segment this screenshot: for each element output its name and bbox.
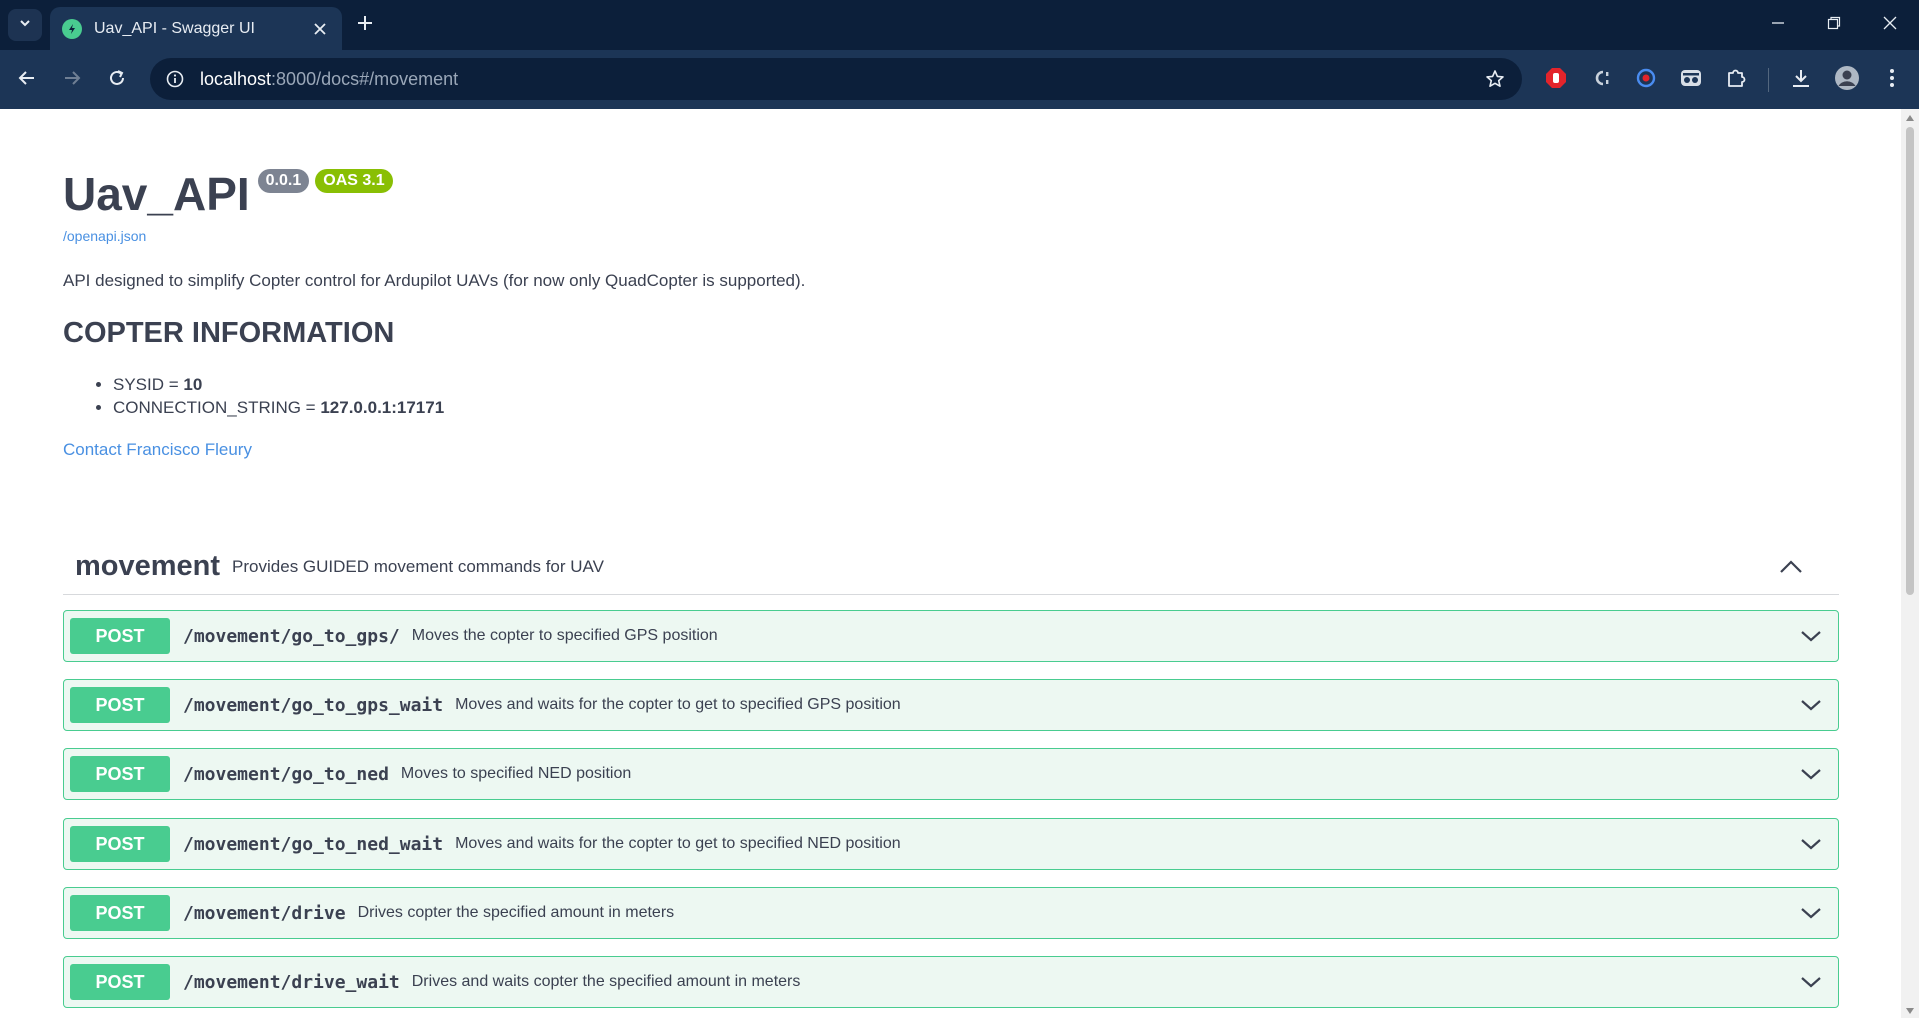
info-key: SYSID = <box>113 375 184 394</box>
browser-toolbar: localhost:8000/docs#/movement <box>0 50 1919 109</box>
url-text[interactable]: localhost:8000/docs#/movement <box>200 69 1482 90</box>
arrow-right-icon <box>63 69 81 92</box>
tag-name: movement <box>75 550 221 582</box>
page-scrollbar[interactable] <box>1901 109 1919 1018</box>
operation-path: /movement/go_to_gps_wait <box>183 694 444 716</box>
browser-menu-button[interactable] <box>1877 65 1907 95</box>
tag-header-movement[interactable]: movement Provides GUIDED movement comman… <box>63 539 1839 595</box>
method-badge: POST <box>70 964 170 1000</box>
operation-summary: Drives and waits copter the specified am… <box>411 973 801 990</box>
extensions-button[interactable] <box>1721 65 1751 95</box>
operation-drive-wait[interactable]: POST /movement/drive_wait Drives and wai… <box>63 956 1839 1008</box>
reload-icon <box>108 69 126 92</box>
operation-path: /movement/drive_wait <box>183 971 400 993</box>
minimize-icon <box>1771 16 1785 35</box>
scrollbar-thumb[interactable] <box>1906 127 1914 595</box>
chevron-down-icon[interactable] <box>1796 898 1826 928</box>
chevron-down-icon[interactable] <box>1796 967 1826 997</box>
oas-badge: OAS 3.1 <box>315 169 393 193</box>
tab-search-button[interactable] <box>8 9 42 41</box>
operation-go-to-gps[interactable]: POST /movement/go_to_gps/ Moves the copt… <box>63 610 1839 662</box>
info-icon[interactable] <box>164 68 186 90</box>
restore-button[interactable] <box>1821 12 1847 38</box>
contact-link[interactable]: Contact Francisco Fleury <box>63 440 252 460</box>
copter-info-list: SYSID = 10 CONNECTION_STRING = 127.0.0.1… <box>113 375 444 421</box>
url-host: localhost <box>200 68 272 89</box>
info-value: 10 <box>183 375 203 394</box>
chevron-up-icon[interactable] <box>1773 549 1809 585</box>
info-key: CONNECTION_STRING = <box>113 398 321 417</box>
browser-tab-bar: Uav_API - Swagger UI <box>0 0 1919 50</box>
operation-path: /movement/go_to_gps/ <box>183 625 400 647</box>
chevron-down-icon[interactable] <box>1796 621 1826 651</box>
operation-summary: Moves and waits for the copter to get to… <box>455 835 901 852</box>
minimize-button[interactable] <box>1765 12 1791 38</box>
reload-button[interactable] <box>102 65 132 95</box>
kebab-menu-icon <box>1889 67 1895 94</box>
stop-hand-icon <box>1545 67 1567 94</box>
tab-title: Uav_API - Swagger UI <box>94 19 255 37</box>
api-title-row: Uav_API 0.0.1 OAS 3.1 <box>63 168 393 220</box>
incognito-extension-button[interactable] <box>1676 65 1706 95</box>
operation-drive[interactable]: POST /movement/drive Drives copter the s… <box>63 887 1839 939</box>
chevron-down-icon[interactable] <box>1796 829 1826 859</box>
download-icon <box>1790 67 1812 94</box>
section-title: COPTER INFORMATION <box>63 317 395 349</box>
method-badge: POST <box>70 895 170 931</box>
chevron-down-icon <box>18 16 32 35</box>
scroll-down-arrow-icon[interactable] <box>1905 1006 1915 1016</box>
close-window-button[interactable] <box>1877 12 1903 38</box>
close-icon <box>1883 16 1897 35</box>
scroll-up-arrow-icon[interactable] <box>1905 113 1915 123</box>
operation-go-to-ned-wait[interactable]: POST /movement/go_to_ned_wait Moves and … <box>63 818 1839 870</box>
puzzle-icon <box>1725 67 1747 94</box>
method-badge: POST <box>70 826 170 862</box>
operation-path: /movement/go_to_ned_wait <box>183 833 444 855</box>
css-extension-button[interactable] <box>1586 65 1616 95</box>
version-badge: 0.0.1 <box>257 169 310 193</box>
forward-button[interactable] <box>57 65 87 95</box>
back-button[interactable] <box>12 65 42 95</box>
address-bar[interactable]: localhost:8000/docs#/movement <box>150 58 1522 100</box>
method-badge: POST <box>70 618 170 654</box>
restore-icon <box>1827 16 1841 35</box>
operation-summary: Moves the copter to specified GPS positi… <box>411 627 718 644</box>
list-item: CONNECTION_STRING = 127.0.0.1:17171 <box>113 398 444 418</box>
new-tab-button[interactable] <box>352 12 378 38</box>
close-icon[interactable] <box>310 19 330 39</box>
swagger-icon <box>62 18 82 39</box>
operation-summary: Moves to specified NED position <box>400 765 632 782</box>
list-item: SYSID = 10 <box>113 375 444 395</box>
operation-summary: Moves and waits for the copter to get to… <box>455 696 901 713</box>
browser-tab-active[interactable]: Uav_API - Swagger UI <box>50 7 342 50</box>
openapi-json-link[interactable]: /openapi.json <box>63 228 146 244</box>
avatar-icon <box>1834 65 1860 96</box>
operation-go-to-ned[interactable]: POST /movement/go_to_ned Moves to specif… <box>63 748 1839 800</box>
operation-path: /movement/drive <box>183 902 346 924</box>
api-title: Uav_API <box>63 168 250 220</box>
downloads-button[interactable] <box>1786 65 1816 95</box>
adblock-extension-button[interactable] <box>1541 65 1571 95</box>
operation-go-to-gps-wait[interactable]: POST /movement/go_to_gps_wait Moves and … <box>63 679 1839 731</box>
url-path: :8000/docs#/movement <box>271 68 459 89</box>
capture-icon <box>1635 67 1657 94</box>
c-letter-icon <box>1590 67 1612 94</box>
toolbar-divider <box>1768 68 1769 92</box>
chevron-down-icon[interactable] <box>1796 690 1826 720</box>
arrow-left-icon <box>18 69 36 92</box>
screen-capture-extension-button[interactable] <box>1631 65 1661 95</box>
star-icon[interactable] <box>1482 66 1508 92</box>
swagger-page: Uav_API 0.0.1 OAS 3.1 /openapi.json API … <box>0 109 1919 1018</box>
operation-summary: Drives copter the specified amount in me… <box>357 904 675 921</box>
profile-avatar[interactable] <box>1832 65 1862 95</box>
chevron-down-icon[interactable] <box>1796 759 1826 789</box>
operation-path: /movement/go_to_ned <box>183 763 389 785</box>
glasses-icon <box>1680 67 1702 94</box>
method-badge: POST <box>70 756 170 792</box>
plus-icon <box>357 15 373 36</box>
info-value: 127.0.0.1:17171 <box>320 398 445 417</box>
tag-description: Provides GUIDED movement commands for UA… <box>232 556 604 576</box>
method-badge: POST <box>70 687 170 723</box>
api-description: API designed to simplify Copter control … <box>63 271 806 290</box>
